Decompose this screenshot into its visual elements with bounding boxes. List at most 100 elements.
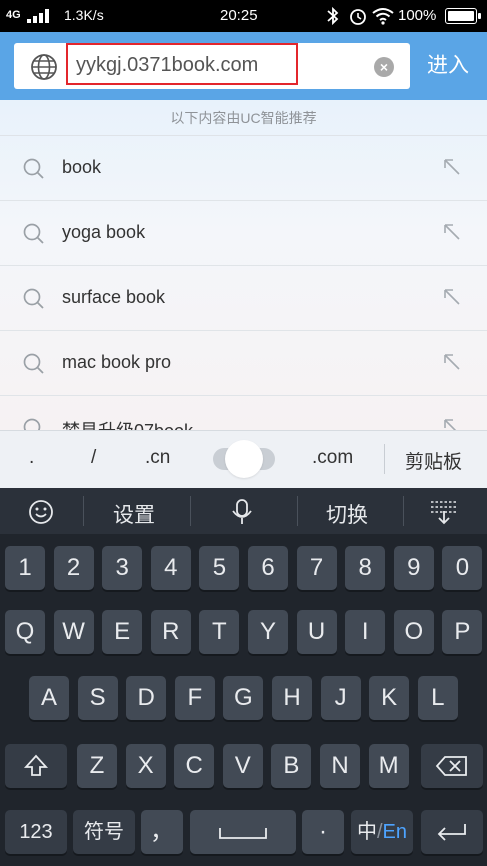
key-7[interactable]: 7	[296, 546, 337, 590]
key-n[interactable]: N	[320, 744, 360, 788]
key-x[interactable]: X	[125, 744, 166, 788]
status-bar: 4G 1.3K/s 20:25 100%	[0, 0, 487, 32]
keyboard-toolbar: 设置 切换	[0, 488, 487, 534]
network-type: 4G	[6, 9, 21, 21]
keyboard-collapse-icon[interactable]	[428, 499, 460, 525]
key-h[interactable]: H	[272, 676, 312, 720]
fill-arrow-icon[interactable]	[441, 286, 463, 308]
key-c[interactable]: C	[174, 744, 215, 788]
key-g[interactable]: G	[223, 676, 264, 720]
key-m[interactable]: M	[368, 744, 409, 788]
suggestion-item[interactable]: book	[0, 136, 487, 201]
key-w[interactable]: W	[53, 610, 94, 654]
recommendation-note: 以下内容由UC智能推荐	[0, 100, 487, 136]
cursor-slider-knob[interactable]	[225, 440, 263, 478]
url-input[interactable]	[76, 51, 291, 79]
search-icon	[23, 158, 44, 179]
key-v[interactable]: V	[222, 744, 263, 788]
key-1[interactable]: 1	[5, 546, 45, 590]
enter-key[interactable]	[421, 810, 483, 854]
quick-dot-key[interactable]: .	[29, 447, 34, 469]
search-icon	[23, 418, 41, 430]
cursor-slider[interactable]	[213, 440, 275, 478]
divider	[384, 444, 385, 474]
toolbar-divider	[83, 496, 84, 526]
toolbar-divider	[190, 496, 191, 526]
clipboard-button[interactable]: 剪贴板	[405, 447, 462, 474]
period-key[interactable]: ·	[302, 810, 344, 854]
key-0[interactable]: 0	[442, 546, 483, 590]
suggestion-text: yoga book	[62, 222, 146, 242]
alarm-icon	[350, 9, 366, 25]
key-k[interactable]: K	[369, 676, 410, 720]
address-bar[interactable]: ×	[14, 43, 410, 89]
fill-arrow-icon[interactable]	[441, 351, 463, 373]
key-9[interactable]: 9	[393, 546, 434, 590]
battery-icon	[445, 8, 481, 24]
suggestion-text: book	[62, 157, 102, 177]
key-j[interactable]: J	[320, 676, 361, 720]
quick-com-key[interactable]: .com	[312, 447, 353, 469]
key-a[interactable]: A	[29, 676, 69, 720]
key-6[interactable]: 6	[248, 546, 288, 590]
quick-slash-key[interactable]: /	[91, 447, 96, 469]
backspace-key[interactable]	[421, 744, 483, 788]
lang-en-label: En	[382, 821, 408, 843]
space-icon	[219, 828, 267, 839]
key-o[interactable]: O	[393, 610, 434, 654]
numeric-key[interactable]: 123	[5, 810, 67, 854]
network-speed: 1.3K/s	[64, 7, 104, 23]
signal-icon	[27, 9, 49, 23]
go-button[interactable]: 进入	[418, 50, 478, 82]
suggestion-item[interactable]: mac book pro	[0, 331, 487, 396]
clear-icon[interactable]: ×	[374, 57, 394, 77]
battery-percent: 100%	[398, 7, 437, 24]
fill-arrow-icon[interactable]	[441, 416, 463, 430]
key-q[interactable]: Q	[5, 610, 45, 654]
toolbar-divider	[297, 496, 298, 526]
key-d[interactable]: D	[126, 676, 167, 720]
fill-arrow-icon[interactable]	[441, 221, 463, 243]
enter-icon	[437, 824, 466, 841]
key-z[interactable]: Z	[77, 744, 117, 788]
key-2[interactable]: 2	[53, 546, 94, 590]
quick-cn-key[interactable]: .cn	[145, 447, 170, 469]
suggestion-item[interactable]: yoga book	[0, 201, 487, 266]
comma-key[interactable]: ，	[141, 810, 183, 854]
fill-arrow-icon[interactable]	[441, 156, 463, 178]
keyboard: 设置 切换 1234567890QWERTYUIOPASDFGHJKLZXCVB…	[0, 488, 487, 866]
suggestion-text: 梦見升级07book	[62, 417, 193, 430]
key-t[interactable]: T	[199, 610, 240, 654]
space-key[interactable]	[190, 810, 296, 854]
suggestion-item[interactable]: 梦見升级07book	[0, 396, 487, 430]
globe-icon	[31, 54, 57, 80]
url-highlight-box	[66, 43, 298, 85]
key-s[interactable]: S	[77, 676, 118, 720]
search-icon	[23, 288, 44, 309]
key-y[interactable]: Y	[248, 610, 288, 654]
switch-button[interactable]: 切换	[326, 499, 368, 529]
key-r[interactable]: R	[150, 610, 191, 654]
key-i[interactable]: I	[345, 610, 386, 654]
suggestion-item[interactable]: surface book	[0, 266, 487, 331]
key-f[interactable]: F	[174, 676, 215, 720]
shift-key[interactable]	[5, 744, 67, 788]
quick-input-row: . / .cn .com 剪贴板	[0, 430, 487, 488]
shift-icon	[23, 754, 49, 776]
lang-zh-label: 中	[356, 821, 377, 843]
key-l[interactable]: L	[417, 676, 458, 720]
key-8[interactable]: 8	[345, 546, 386, 590]
settings-button[interactable]: 设置	[113, 499, 155, 529]
key-b[interactable]: B	[271, 744, 312, 788]
suggestion-text: surface book	[62, 287, 166, 307]
key-p[interactable]: P	[442, 610, 483, 654]
key-3[interactable]: 3	[102, 546, 143, 590]
language-key[interactable]: 中/En	[351, 810, 413, 854]
symbol-key[interactable]: 符号	[73, 810, 135, 854]
key-e[interactable]: E	[102, 610, 143, 654]
key-u[interactable]: U	[296, 610, 337, 654]
emoji-icon[interactable]	[28, 499, 54, 525]
microphone-icon[interactable]	[231, 498, 253, 526]
key-4[interactable]: 4	[150, 546, 191, 590]
key-5[interactable]: 5	[199, 546, 240, 590]
